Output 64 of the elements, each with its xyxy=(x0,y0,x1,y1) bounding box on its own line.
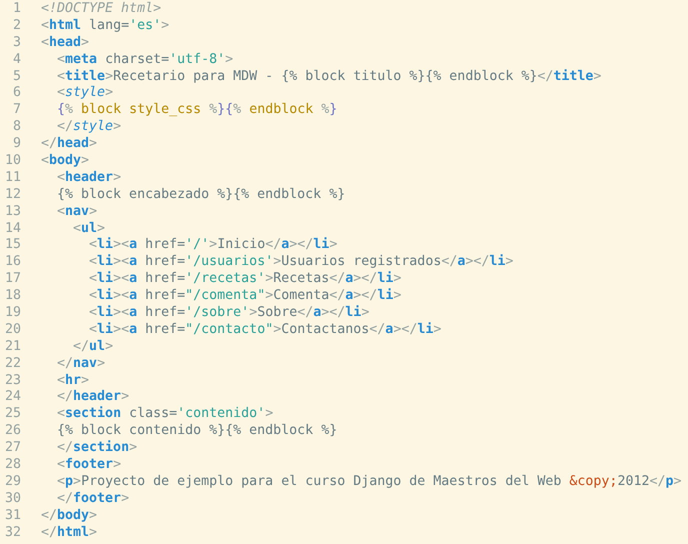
code-line: <ul> xyxy=(72,220,106,237)
line-number: 15 xyxy=(4,237,21,254)
code-line: <header> xyxy=(56,170,122,187)
line-number: 4 xyxy=(12,52,21,69)
code-line: <li><a href='/sobre'>Sobre</a></li> xyxy=(88,305,370,322)
code-line: <meta charset='utf-8'> xyxy=(56,52,234,69)
line-number: 18 xyxy=(4,288,21,306)
line-number: 26 xyxy=(4,423,21,440)
line-number: 6 xyxy=(12,85,21,102)
line-number: 14 xyxy=(4,220,21,238)
line-number: 5 xyxy=(12,68,21,86)
line-number: 3 xyxy=(12,34,21,52)
line-number: 20 xyxy=(4,322,21,339)
code-line: <li><a href='/'>Inicio</a></li> xyxy=(88,237,338,254)
code-line: <html lang='es'> xyxy=(41,18,170,35)
code-line: <p>Proyecto de ejemplo para el curso Django de Maestros del Web &copy;2012</p> xyxy=(56,474,682,491)
line-number: 23 xyxy=(4,372,21,390)
code-line: </body> xyxy=(41,508,98,525)
code-line: <title>Recetario para MDW - {% block titulo %}{% endblock %}</title> xyxy=(56,68,602,86)
line-number: 21 xyxy=(4,338,21,356)
line-number: 27 xyxy=(4,440,21,458)
code-line: </nav> xyxy=(56,356,106,373)
code-line: {% block contenido %}{% endblock %} xyxy=(56,423,338,440)
code-line: <hr> xyxy=(56,372,90,390)
code-line: </html> xyxy=(41,524,98,542)
code-line: </style> xyxy=(56,119,122,136)
line-number: 19 xyxy=(4,305,21,322)
line-number: 2 xyxy=(12,18,21,35)
line-number: 29 xyxy=(4,474,21,491)
code-line: <body> xyxy=(41,153,90,170)
line-number: 17 xyxy=(4,271,21,288)
code-line: </ul> xyxy=(72,338,114,356)
line-number: 16 xyxy=(4,254,21,272)
code-line: <li><a href='/recetas'>Recetas</a></li> xyxy=(88,271,402,288)
line-number: 31 xyxy=(4,508,21,525)
code-line: <li><a href="/comenta">Comenta</a></li> xyxy=(88,288,402,305)
line-number: 11 xyxy=(4,170,21,187)
line-number: 7 xyxy=(12,102,21,120)
code-line: <footer> xyxy=(56,457,122,474)
line-number: 24 xyxy=(4,389,21,406)
code-line: </section> xyxy=(56,440,138,458)
code-line: <li><a href='/usuarios'>Usuarios registrados</a></li> xyxy=(88,254,514,271)
line-number: 30 xyxy=(4,490,21,508)
line-number: 22 xyxy=(4,356,21,373)
code-line: <!DOCTYPE html> xyxy=(41,1,162,18)
code-line: </header> xyxy=(56,389,130,406)
line-number: 12 xyxy=(4,186,21,204)
code-line: <nav> xyxy=(56,204,98,221)
line-number: 32 xyxy=(4,524,21,542)
code-line: {% block style_css %}{% endblock %} xyxy=(56,102,338,120)
line-number: 10 xyxy=(4,153,21,170)
line-number: 9 xyxy=(12,136,21,154)
line-number: 8 xyxy=(12,119,21,136)
code-line: <li><a href="/contacto">Contactanos</a></li> xyxy=(88,322,442,339)
line-number: 1 xyxy=(12,1,21,18)
line-number: 13 xyxy=(4,204,21,221)
code-line: {% block encabezado %}{% endblock %} xyxy=(56,186,346,204)
line-number: 25 xyxy=(4,406,21,424)
code-line: <head> xyxy=(41,34,90,52)
code-line: </head> xyxy=(41,136,98,154)
code-line: <style> xyxy=(56,85,114,102)
line-number: 28 xyxy=(4,457,21,474)
code-line: <section class='contenido'> xyxy=(56,406,274,424)
code-line: </footer> xyxy=(56,490,130,508)
